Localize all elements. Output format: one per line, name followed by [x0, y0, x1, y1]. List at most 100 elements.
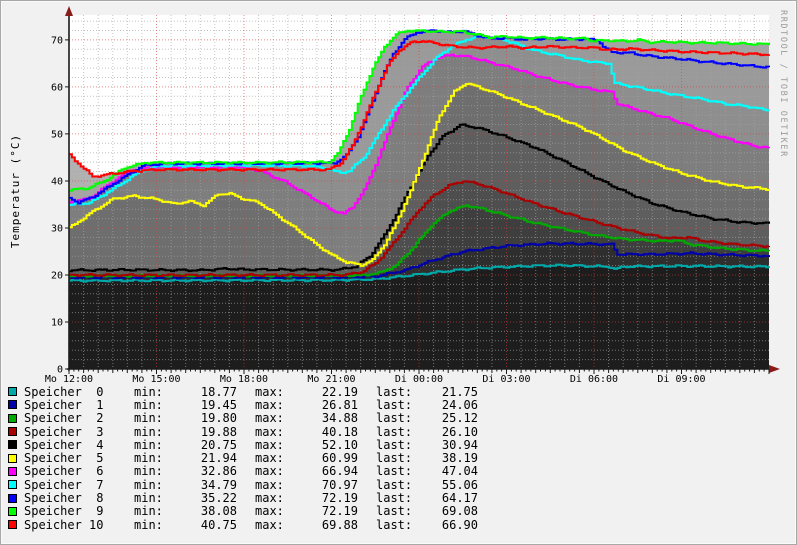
legend-row: Speicher 5min:21.94max:60.99last:38.19	[8, 451, 478, 464]
series-label: Speicher 6	[24, 464, 134, 478]
min-value: 18.77	[167, 385, 237, 399]
last-label: last:	[376, 451, 416, 465]
max-value: 40.18	[288, 425, 358, 439]
legend-row: Speicher 0min:18.77max:22.19last:21.75	[8, 385, 478, 398]
series-label: Speicher 4	[24, 438, 134, 452]
max-label: max:	[255, 504, 288, 518]
legend-swatch	[8, 507, 17, 516]
last-label: last:	[376, 438, 416, 452]
last-value: 69.08	[416, 504, 478, 518]
legend-row: Speicher 6min:32.86 max:66.94 last:47.04	[8, 465, 478, 478]
min-value: 40.75	[167, 518, 237, 532]
max-label: max:	[255, 398, 288, 412]
last-label: last:	[376, 425, 416, 439]
x-tick-label: Mo 15:00	[132, 374, 180, 385]
legend-swatch	[8, 387, 17, 396]
series-label: Speicher 8	[24, 491, 134, 505]
max-value: 70.97	[288, 478, 358, 492]
max-label: max:	[255, 438, 288, 452]
series-label: Speicher 3	[24, 425, 134, 439]
max-label: max:	[255, 425, 288, 439]
max-value: 66.94	[288, 464, 358, 478]
y-tick-label: 20	[51, 271, 63, 282]
max-value: 72.19	[288, 504, 358, 518]
min-label: min:	[134, 464, 167, 478]
series-label: Speicher 5	[24, 451, 134, 465]
legend-row: Speicher 2min:19.80max:34.88last:25.12	[8, 412, 478, 425]
x-tick-label: Di 09:00	[657, 374, 705, 385]
legend-swatch	[8, 427, 17, 436]
rrdtool-watermark: RRDTOOL / TOBI OETIKER	[776, 10, 788, 180]
legend-swatch	[8, 454, 17, 463]
series-label: Speicher 10	[24, 518, 134, 532]
y-tick-label: 10	[51, 318, 63, 329]
last-label: last:	[376, 385, 416, 399]
y-tick-label: 30	[51, 224, 63, 235]
last-label: last:	[376, 491, 416, 505]
legend-swatch	[8, 494, 17, 503]
last-value: 64.17	[416, 491, 478, 505]
min-label: min:	[134, 478, 167, 492]
min-value: 32.86	[167, 464, 237, 478]
max-label: max:	[255, 411, 288, 425]
x-tick-label: Mo 21:00	[307, 374, 355, 385]
max-value: 69.88	[288, 518, 358, 532]
x-tick-label: Mo 12:00	[45, 374, 93, 385]
legend-swatch	[8, 520, 17, 529]
series-label: Speicher 0	[24, 385, 134, 399]
legend-swatch	[8, 467, 17, 476]
min-value: 34.79	[167, 478, 237, 492]
min-label: min:	[134, 411, 167, 425]
min-label: min:	[134, 451, 167, 465]
min-value: 19.45	[167, 398, 237, 412]
y-tick-label: 40	[51, 177, 63, 188]
legend-row: Speicher 3min:19.88 max:40.18 last:26.10	[8, 425, 478, 438]
y-tick-label: 60	[51, 82, 63, 93]
max-value: 60.99	[288, 451, 358, 465]
last-value: 25.12	[416, 411, 478, 425]
max-label: max:	[255, 491, 288, 505]
min-label: min:	[134, 385, 167, 399]
max-value: 26.81	[288, 398, 358, 412]
legend-row: Speicher 9min:38.08max:72.19last:69.08	[8, 505, 478, 518]
min-label: min:	[134, 398, 167, 412]
series-label: Speicher 9	[24, 504, 134, 518]
min-label: min:	[134, 491, 167, 505]
temperature-chart: 010203040506070Mo 12:00Mo 15:00Mo 18:00M…	[1, 1, 797, 393]
max-value: 34.88	[288, 411, 358, 425]
last-value: 47.04	[416, 464, 478, 478]
series-label: Speicher 7	[24, 478, 134, 492]
last-label: last:	[376, 504, 416, 518]
y-tick-label: 50	[51, 129, 63, 140]
max-label: max:	[255, 478, 288, 492]
x-tick-label: Di 00:00	[395, 374, 443, 385]
x-tick-label: Di 06:00	[570, 374, 618, 385]
last-label: last:	[376, 411, 416, 425]
last-value: 21.75	[416, 385, 478, 399]
last-value: 66.90	[416, 518, 478, 532]
y-axis-title: Temperatur (°C)	[9, 121, 23, 261]
min-label: min:	[134, 425, 167, 439]
legend-row: Speicher 1min:19.45max:26.81last:24.06	[8, 398, 478, 411]
max-label: max:	[255, 464, 288, 478]
legend-row: Speicher 8min:35.22max:72.19last:64.17	[8, 491, 478, 504]
min-label: min:	[134, 504, 167, 518]
rrdtool-graph-window: 010203040506070Mo 12:00Mo 15:00Mo 18:00M…	[0, 0, 797, 545]
min-label: min:	[134, 438, 167, 452]
x-axis-arrow	[769, 365, 780, 373]
x-tick-label: Di 03:00	[482, 374, 530, 385]
last-value: 26.10	[416, 425, 478, 439]
min-label: min:	[134, 518, 167, 532]
last-label: last:	[376, 464, 416, 478]
series-label: Speicher 2	[24, 411, 134, 425]
min-value: 19.88	[167, 425, 237, 439]
last-label: last:	[376, 398, 416, 412]
min-value: 20.75	[167, 438, 237, 452]
max-value: 72.19	[288, 491, 358, 505]
min-value: 21.94	[167, 451, 237, 465]
last-value: 38.19	[416, 451, 478, 465]
last-label: last:	[376, 478, 416, 492]
max-label: max:	[255, 518, 288, 532]
max-value: 22.19	[288, 385, 358, 399]
legend-row: Speicher 4min:20.75max:52.10last:30.94	[8, 438, 478, 451]
